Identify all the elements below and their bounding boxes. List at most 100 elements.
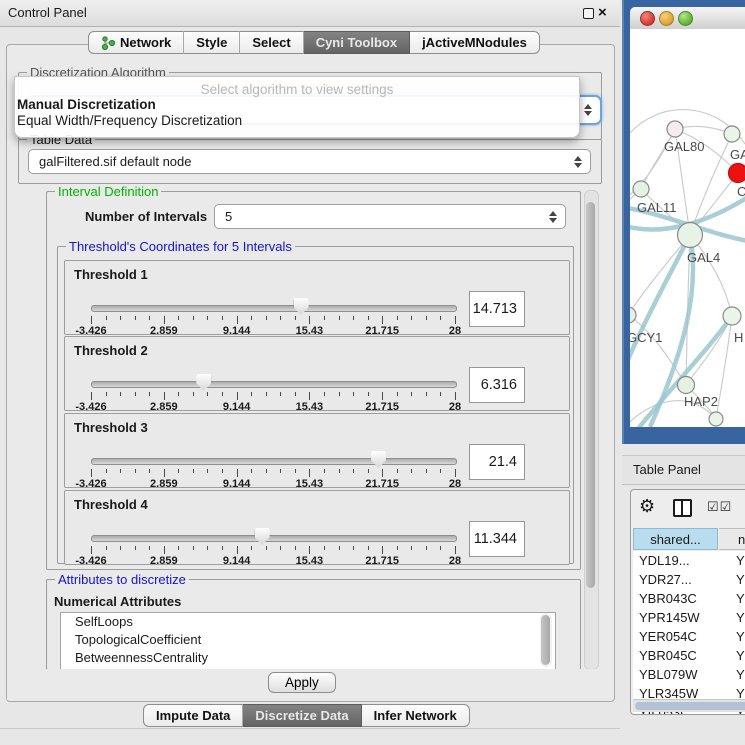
mode-tab-infer-network[interactable]: Infer Network: [362, 704, 470, 727]
cell-name: YPR1: [719, 608, 745, 627]
table-data-combobox[interactable]: galFiltered.sif default node: [28, 149, 591, 174]
threshold-label: Threshold 2: [74, 343, 148, 358]
checkbox-filter-icons[interactable]: ☑☑: [707, 499, 732, 515]
panel-scrollbar-track[interactable]: [584, 190, 599, 670]
table-row[interactable]: YER054CYER0: [633, 627, 745, 646]
network-node-gal11[interactable]: [633, 181, 649, 197]
mode-tab-impute-data[interactable]: Impute Data: [143, 704, 243, 727]
tab-jactivemnodules[interactable]: jActiveMNodules: [410, 31, 540, 54]
cell-shared-name: YBR043C: [633, 589, 719, 608]
network-node-c[interactable]: [729, 164, 745, 183]
table-row[interactable]: YPR145WYPR1: [633, 608, 745, 627]
column-header-shared-name[interactable]: shared...: [633, 528, 718, 550]
apply-button[interactable]: Apply: [268, 672, 336, 693]
column-header-name[interactable]: na: [719, 528, 745, 550]
threshold-label: Threshold 1: [74, 267, 148, 282]
tab-select[interactable]: Select: [240, 31, 303, 54]
algorithm-option-equal-width[interactable]: Equal Width/Frequency Discretization: [15, 113, 579, 129]
tab-network[interactable]: Network: [88, 31, 184, 54]
thresholds-group-label: Threshold's Coordinates for 5 Intervals: [66, 239, 295, 254]
table-row[interactable]: YBR045CYBR0: [633, 646, 745, 665]
network-node-hap2[interactable]: [678, 377, 695, 394]
slider-track[interactable]: [91, 458, 457, 465]
window-title: Control Panel: [8, 0, 87, 26]
table-hscrollbar[interactable]: [633, 699, 745, 712]
threshold-panel-3: Threshold 3-3.4262.8599.14415.4321.71528…: [64, 413, 570, 488]
number-of-intervals-combobox[interactable]: 5: [214, 204, 566, 229]
slider-tick-labels: -3.4262.8599.14415.4321.71528: [91, 399, 455, 412]
cell-shared-name: YDL19...: [633, 551, 719, 570]
tab-label: Select: [252, 35, 290, 50]
table-data-combobox-value: galFiltered.sif default node: [39, 154, 191, 169]
network-node[interactable]: [709, 412, 723, 426]
list-scrollbar-thumb[interactable]: [541, 615, 550, 665]
close-traffic-light[interactable]: [640, 11, 655, 26]
slider-track[interactable]: [91, 381, 457, 388]
algorithm-prompt: Select algorithm to view settings: [15, 77, 579, 97]
slider-track[interactable]: [91, 535, 457, 542]
cell-shared-name: YER054C: [633, 627, 719, 646]
combo-stepper-icon: [574, 156, 582, 168]
table-row[interactable]: YDL19...YDL1: [633, 551, 745, 570]
minimize-traffic-light[interactable]: [659, 11, 674, 26]
algorithm-option-manual[interactable]: Manual Discretization: [15, 97, 579, 113]
close-window-button[interactable]: ×: [598, 0, 607, 25]
attribute-list-item[interactable]: BetweennessCentrality: [61, 649, 555, 667]
tab-label: jActiveMNodules: [422, 35, 527, 50]
cell-name: YDR2: [719, 570, 745, 589]
network-node-label: GCY1: [630, 330, 662, 345]
gear-icon[interactable]: ⚙: [639, 496, 655, 517]
node-table: ⚙ ☑☑ shared... na YDL19...YDL1YDR27...YD…: [630, 489, 745, 715]
column-layout-icon[interactable]: [673, 499, 692, 517]
slider-thumb[interactable]: [196, 374, 211, 391]
tab-cyni-toolbox[interactable]: Cyni Toolbox: [304, 31, 410, 54]
combo-stepper-icon: [584, 104, 592, 116]
threshold-panel-1: Threshold 1-3.4262.8599.14415.4321.71528…: [64, 260, 570, 335]
float-window-button[interactable]: [583, 8, 594, 19]
table-row[interactable]: YBR043CYBR0: [633, 589, 745, 608]
threshold-value-field[interactable]: 6.316: [469, 367, 525, 403]
network-node-label: HAP2: [684, 394, 718, 409]
list-scrollbar-track[interactable]: [540, 613, 552, 667]
threshold-value-field[interactable]: 11.344: [469, 521, 525, 557]
network-node-label: GAL4: [687, 250, 720, 265]
slider-thumb[interactable]: [294, 298, 309, 315]
attribute-list-item[interactable]: TopologicalCoefficient: [61, 631, 555, 649]
network-window-titlebar: [630, 7, 745, 30]
slider-thumb[interactable]: [371, 451, 386, 468]
network-canvas[interactable]: GAL80GACGAL11GAL4GCY1HHAP2: [630, 29, 745, 427]
threshold-label: Threshold 4: [74, 497, 148, 512]
tab-style[interactable]: Style: [184, 31, 240, 54]
numerical-attributes-list[interactable]: SelfLoopsTopologicalCoefficientBetweenne…: [60, 612, 556, 670]
slider-tick-labels: -3.4262.8599.14415.4321.71528: [91, 553, 455, 566]
network-node-label: GA: [730, 147, 745, 162]
table-rows: YDL19...YDL1YDR27...YDR2YBR043CYBR0YPR14…: [633, 551, 745, 715]
tab-label: Impute Data: [156, 708, 230, 723]
cell-name: YER0: [719, 627, 745, 646]
table-row[interactable]: YDR27...YDR2: [633, 570, 745, 589]
table-panel-bar: Table Panel: [622, 455, 745, 485]
panel-scrollbar-thumb[interactable]: [586, 202, 595, 588]
cell-name: YBL0: [719, 665, 745, 684]
network-node-ga[interactable]: [724, 126, 740, 142]
threshold-value-field[interactable]: 21.4: [469, 444, 525, 480]
control-panel-titlebar: Control Panel ×: [0, 0, 620, 27]
cell-shared-name: YPR145W: [633, 608, 719, 627]
network-node-h[interactable]: [723, 307, 741, 325]
slider-thumb[interactable]: [255, 528, 270, 545]
control-panel-tabs: NetworkStyle Select Cyni Toolbox jActiveMNo…: [88, 31, 540, 54]
network-node-gal4[interactable]: [678, 223, 703, 248]
zoom-traffic-light[interactable]: [678, 11, 693, 26]
threshold-value-field[interactable]: 14.713: [469, 291, 525, 327]
network-node-gal80[interactable]: [667, 121, 683, 137]
table-row[interactable]: YBL079WYBL0: [633, 665, 745, 684]
slider-track[interactable]: [91, 305, 457, 312]
network-node-label: GAL80: [664, 139, 704, 154]
table-hscrollbar-thumb[interactable]: [635, 702, 745, 710]
attributes-group-label: Attributes to discretize: [55, 572, 189, 587]
mode-tab-discretize-data[interactable]: Discretize Data: [243, 704, 361, 727]
network-node-label: C: [737, 184, 745, 199]
cell-name: YBR0: [719, 589, 745, 608]
network-graph-icon: [101, 36, 115, 50]
attribute-list-item[interactable]: SelfLoops: [61, 613, 555, 631]
